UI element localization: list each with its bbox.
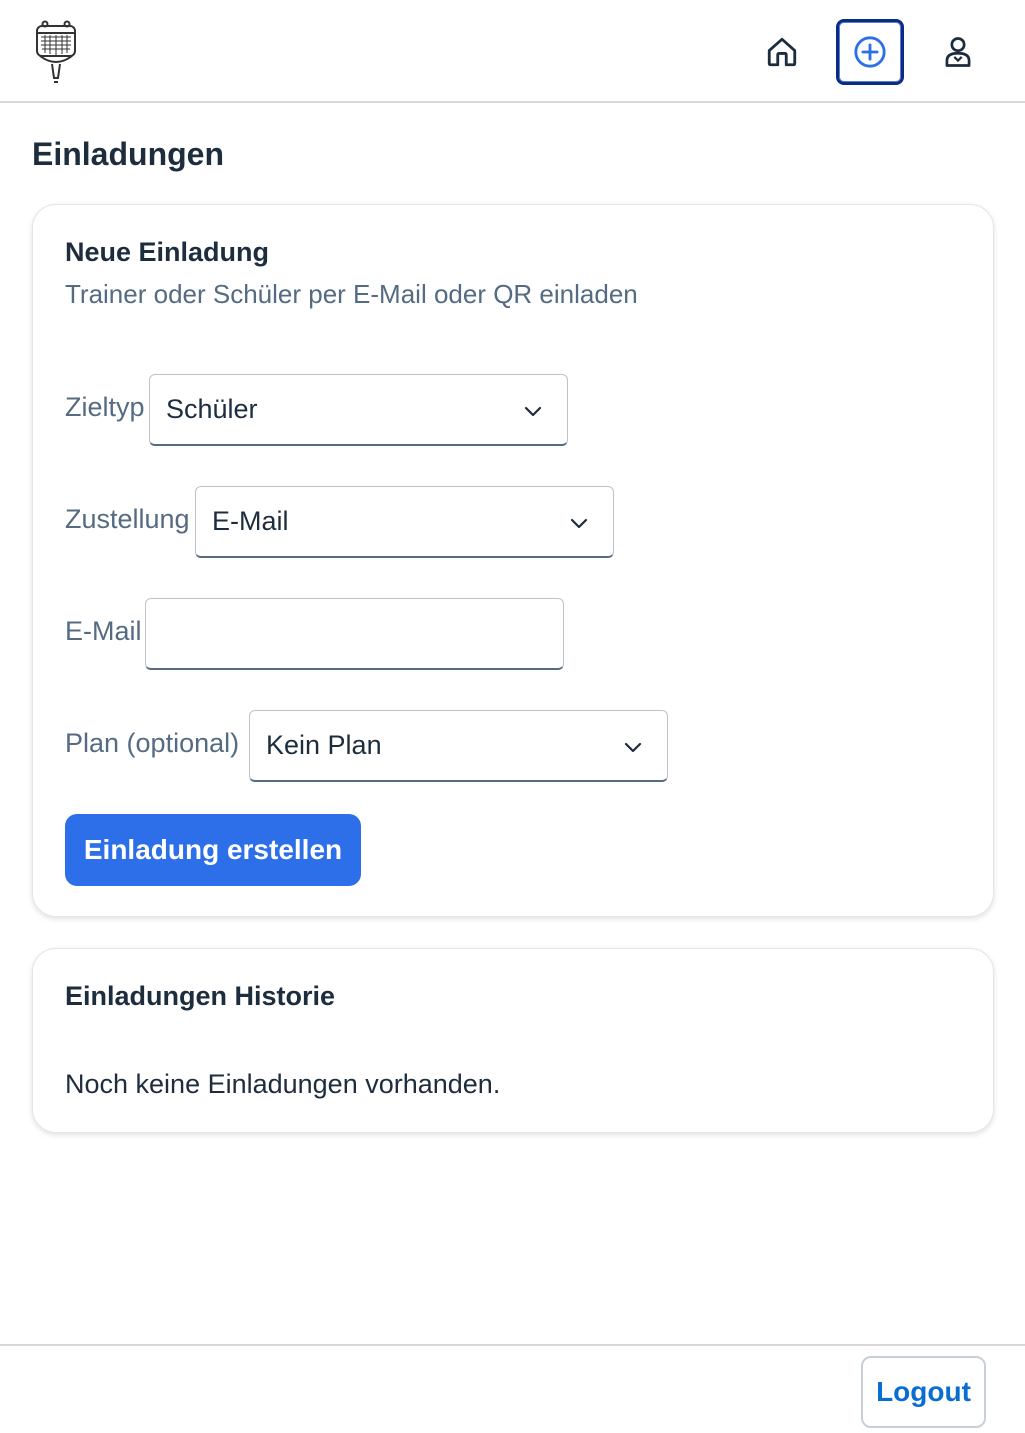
nav-user-button[interactable] [924, 19, 992, 85]
page-title: Einladungen [32, 136, 224, 172]
delivery-label: Zustellung [65, 504, 190, 534]
invite-history-card: Einladungen Historie Noch keine Einladun… [32, 948, 994, 1133]
new-invite-card: Neue Einladung Trainer oder Schüler per … [32, 204, 994, 917]
nav-add-button[interactable] [836, 19, 904, 85]
target-type-value: Schüler [166, 394, 258, 424]
tennis-racket-calendar-icon[interactable] [32, 20, 80, 84]
email-input[interactable] [145, 598, 564, 670]
invite-history-title: Einladungen Historie [65, 981, 336, 1011]
new-invite-subtitle: Trainer oder Schüler per E-Mail oder QR … [65, 279, 638, 309]
target-type-select[interactable]: Schüler [149, 374, 568, 446]
logout-button[interactable]: Logout [861, 1356, 986, 1428]
home-icon [767, 37, 797, 67]
delivery-value: E-Mail [212, 506, 289, 536]
email-label: E-Mail [65, 616, 142, 646]
add-circle-icon [854, 36, 886, 68]
app-footer: Logout [0, 1344, 1025, 1433]
chevron-down-icon [624, 742, 642, 753]
target-type-label: Zieltyp [65, 392, 145, 422]
plan-value: Kein Plan [266, 730, 382, 760]
create-invite-button[interactable]: Einladung erstellen [65, 814, 361, 886]
chevron-down-icon [570, 518, 588, 529]
user-icon [945, 37, 971, 67]
app-header [0, 0, 1025, 103]
invite-history-empty-text: Noch keine Einladungen vorhanden. [65, 1069, 501, 1099]
new-invite-title: Neue Einladung [65, 237, 270, 267]
plan-select[interactable]: Kein Plan [249, 710, 668, 782]
plan-label: Plan (optional) [65, 728, 240, 758]
delivery-select[interactable]: E-Mail [195, 486, 614, 558]
chevron-down-icon [524, 406, 542, 417]
nav-home-button[interactable] [748, 19, 816, 85]
